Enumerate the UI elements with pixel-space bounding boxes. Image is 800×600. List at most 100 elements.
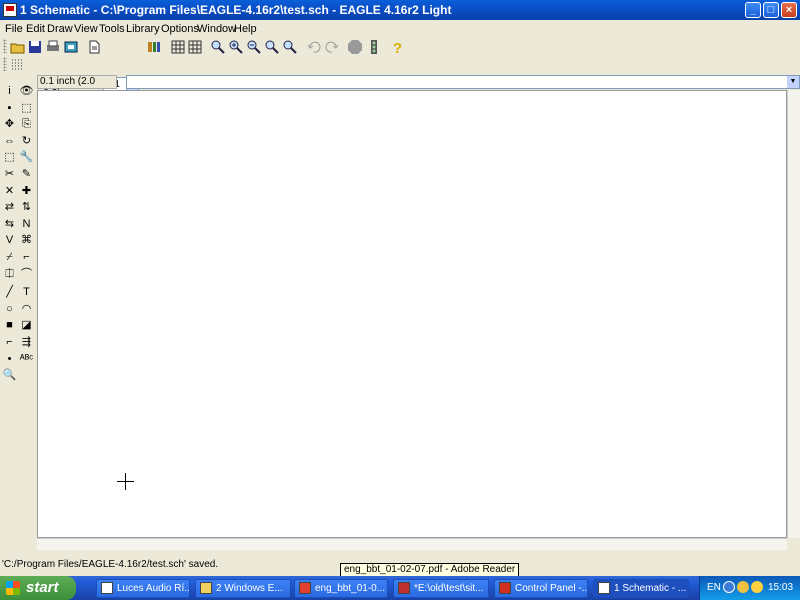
show-icon[interactable]: 👁	[19, 84, 34, 98]
bus-icon[interactable]: ⌐	[2, 335, 17, 349]
group-icon[interactable]: ⬚	[2, 150, 17, 164]
menu-bar: File Edit Draw View Tools Library Option…	[0, 20, 800, 38]
eagle-app-icon	[598, 582, 610, 594]
coordinate-display: 0.1 inch (2.0 -0.3)	[37, 75, 117, 99]
zoom-out-icon[interactable]	[246, 39, 262, 55]
cut-icon[interactable]: ✂	[2, 167, 17, 181]
clock: 15:03	[768, 582, 794, 593]
taskbar: start Luces Audio Rí... 2 Windows E... e…	[0, 576, 800, 600]
menu-draw[interactable]: Draw	[47, 23, 73, 35]
paste-icon[interactable]: ✎	[19, 167, 34, 181]
name-icon[interactable]: N	[19, 217, 34, 231]
layers-grid-icon[interactable]	[187, 39, 203, 55]
system-tray: EN 15:03	[699, 576, 800, 600]
rotate-icon[interactable]: ↻	[19, 134, 34, 148]
parameter-toolbar	[0, 56, 800, 74]
open-icon[interactable]	[10, 39, 26, 55]
zoom-fit-icon[interactable]	[210, 39, 226, 55]
copy-icon[interactable]: ⎘	[19, 117, 34, 131]
status-message: 'C:/Program Files/EAGLE-4.16r2/test.sch'…	[2, 559, 219, 570]
task-button-editor[interactable]: *E:\old\test\sit...	[393, 579, 489, 598]
vertical-scrollbar[interactable]	[787, 90, 800, 538]
redo-icon[interactable]	[324, 39, 340, 55]
task-button-luces[interactable]: Luces Audio Rí...	[96, 579, 190, 598]
stop-icon[interactable]	[347, 39, 363, 55]
language-indicator[interactable]: EN	[707, 582, 721, 593]
zoom-in-icon[interactable]	[228, 39, 244, 55]
mark-icon[interactable]: ⬚	[19, 101, 34, 115]
move-icon[interactable]: ✥	[2, 117, 17, 131]
value-icon[interactable]: V	[2, 233, 17, 247]
task-button-control-panel[interactable]: Control Panel -...	[494, 579, 588, 598]
delete-icon[interactable]: ✕	[2, 184, 17, 198]
sheet-icon[interactable]	[86, 39, 102, 55]
eagle-app-icon[interactable]	[3, 3, 17, 17]
undo-icon[interactable]	[306, 39, 322, 55]
menu-window[interactable]: Window	[197, 23, 236, 35]
menu-tools[interactable]: Tools	[99, 23, 125, 35]
redraw-icon[interactable]	[264, 39, 280, 55]
use-library-icon[interactable]	[146, 39, 162, 55]
toolbar-grip[interactable]	[3, 57, 7, 71]
junction-icon[interactable]: •	[2, 352, 17, 366]
rect-icon[interactable]: ■	[2, 318, 17, 332]
menu-options[interactable]: Options	[161, 23, 199, 35]
arc-icon[interactable]: ◠	[19, 302, 34, 316]
cam-processor-icon[interactable]	[63, 39, 79, 55]
editor-icon	[398, 582, 410, 594]
add-icon[interactable]: ✚	[19, 184, 34, 198]
split-icon[interactable]: ⌿	[2, 250, 17, 264]
miter-icon[interactable]: ⌐	[19, 250, 34, 264]
erc-icon[interactable]: 🔍	[2, 368, 17, 382]
mirror-icon[interactable]: ⇔	[2, 134, 17, 148]
info-icon[interactable]: i	[2, 84, 17, 98]
menu-library[interactable]: Library	[126, 23, 160, 35]
minimize-button[interactable]: _	[745, 2, 761, 18]
net-icon[interactable]: ⇶	[19, 335, 34, 349]
command-line-input[interactable]: ▼	[126, 75, 800, 89]
network-icon[interactable]	[723, 581, 735, 593]
help-icon[interactable]: ?	[389, 39, 405, 55]
schematic-canvas[interactable]	[37, 90, 787, 538]
task-label: Control Panel -...	[515, 583, 588, 594]
wire-icon[interactable]: ╱	[2, 285, 17, 299]
browser-icon	[101, 582, 113, 594]
start-button[interactable]: start	[0, 576, 76, 600]
close-button[interactable]: ×	[781, 2, 797, 18]
chevron-down-icon[interactable]: ▼	[787, 76, 799, 88]
horizontal-scrollbar[interactable]	[37, 538, 787, 550]
label-icon[interactable]: ᴬᴮᶜ	[19, 352, 34, 366]
task-button-adobe-reader[interactable]: eng_bbt_01-0...	[294, 579, 388, 598]
gateswap-icon[interactable]: ⇆	[2, 217, 17, 231]
invoke-icon[interactable]: ⎅	[2, 267, 17, 281]
change-icon[interactable]: 🔧	[19, 150, 34, 164]
bend-icon[interactable]: ⌒	[19, 267, 34, 281]
taskbar-tooltip: eng_bbt_01-02-07.pdf - Adobe Reader	[340, 563, 520, 577]
power-icon[interactable]	[737, 581, 749, 593]
replace-icon[interactable]: ⇅	[19, 200, 34, 214]
save-icon[interactable]	[27, 39, 43, 55]
control-panel-icon	[499, 582, 511, 594]
display-layers-icon[interactable]: ▪	[2, 101, 17, 115]
toolbar-grip[interactable]	[3, 39, 7, 53]
menu-view[interactable]: View	[74, 23, 98, 35]
task-button-windows-explorer[interactable]: 2 Windows E...	[195, 579, 291, 598]
text-icon[interactable]: T	[19, 285, 34, 299]
grid-icon[interactable]	[170, 39, 186, 55]
go-icon[interactable]	[366, 39, 382, 55]
title-bar: 1 Schematic - C:\Program Files\EAGLE-4.1…	[0, 0, 800, 20]
menu-edit[interactable]: Edit	[26, 23, 45, 35]
maximize-button[interactable]: □	[763, 2, 779, 18]
pinswap-icon[interactable]: ⇄	[2, 200, 17, 214]
menu-help[interactable]: Help	[234, 23, 257, 35]
circle-icon[interactable]: ○	[2, 302, 17, 316]
grid-dots-icon[interactable]	[9, 57, 25, 73]
task-label: 1 Schematic - ...	[614, 583, 687, 594]
polygon-icon[interactable]: ◪	[19, 318, 34, 332]
messenger-icon[interactable]	[751, 581, 763, 593]
print-icon[interactable]	[45, 39, 61, 55]
smash-icon[interactable]: ⌘	[19, 233, 34, 247]
zoom-select-icon[interactable]	[282, 39, 298, 55]
task-button-eagle-schematic[interactable]: 1 Schematic - ...	[593, 579, 689, 598]
menu-file[interactable]: File	[5, 23, 23, 35]
